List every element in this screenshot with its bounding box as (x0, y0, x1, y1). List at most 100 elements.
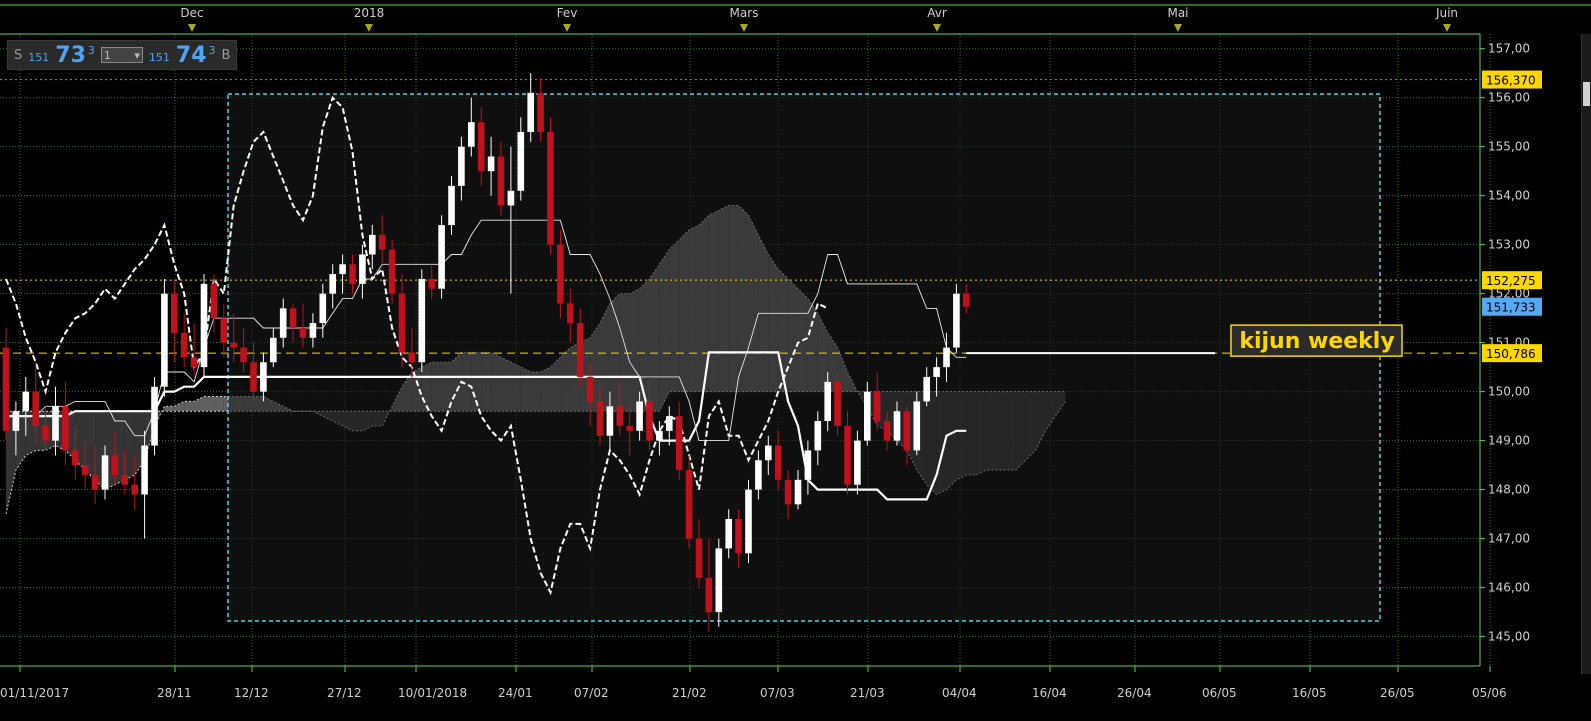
candle-body (270, 337, 277, 363)
candle-body (735, 519, 742, 554)
highlight-box (227, 93, 1381, 622)
candle-body (903, 411, 911, 451)
candle-body (844, 425, 851, 485)
candle-body (784, 479, 792, 505)
month-label: Juin (1435, 6, 1458, 20)
y-tick-label: 147,00 (1488, 532, 1530, 546)
candle-body (240, 347, 247, 363)
candle-body (190, 357, 198, 368)
y-tick-label: 156,00 (1488, 91, 1530, 105)
candle-body (359, 254, 366, 284)
candle-body (804, 450, 812, 480)
candle-body (319, 293, 327, 324)
candle-body (527, 92, 534, 132)
month-label: Mai (1167, 6, 1188, 20)
month-label: Dec (180, 6, 203, 20)
candle-body (477, 122, 485, 172)
x-tick-label: 16/05 (1292, 686, 1327, 700)
x-tick-label: 21/03 (850, 686, 885, 700)
candle-body (715, 548, 723, 613)
candle-body (428, 278, 435, 289)
x-tick-label: 21/02 (672, 686, 707, 700)
candle-body (180, 332, 188, 358)
cloud-segment (124, 411, 135, 480)
candle-body (329, 274, 336, 294)
buy-price-button[interactable]: 74 (176, 43, 207, 68)
vertical-scrollbar[interactable] (1581, 34, 1591, 674)
candle-body (943, 347, 950, 368)
candle-body (705, 577, 713, 613)
x-tick-label: 04/04 (942, 686, 977, 700)
candle-body (289, 308, 297, 328)
candle-body (220, 318, 228, 343)
candle-body (933, 367, 940, 377)
x-tick-label: 10/01/2018 (398, 686, 467, 700)
candle-body (685, 470, 693, 539)
candle-body (557, 244, 564, 304)
scroll-thumb[interactable] (1583, 82, 1590, 106)
candle-body (111, 455, 119, 475)
x-tick-label: 07/03 (760, 686, 795, 700)
month-label: 2018 (354, 6, 385, 20)
candle-body (626, 425, 633, 431)
annotation-label: kijun weekly (1239, 329, 1394, 354)
candle-body (864, 391, 871, 441)
candle-body (824, 381, 831, 422)
candle-body (398, 293, 406, 353)
cloud-segment (204, 396, 214, 412)
candle-body (438, 225, 445, 289)
candle-body (418, 278, 426, 363)
y-tick-label: 155,00 (1488, 140, 1530, 154)
candle-body (725, 519, 732, 549)
candle-body (765, 445, 772, 461)
sell-pip: 3 (87, 43, 95, 57)
y-tick-label: 154,00 (1488, 189, 1530, 203)
candle-body (596, 401, 604, 436)
candle-body (586, 376, 594, 402)
buy-pip: 3 (208, 43, 216, 57)
candle-body (646, 401, 653, 441)
candle-body (923, 376, 930, 402)
candle-body (32, 391, 39, 426)
price-tag-label: 151,733 (1486, 301, 1536, 315)
x-tick-label: 06/05 (1202, 686, 1237, 700)
candle-body (369, 234, 376, 255)
candle-body (279, 308, 287, 338)
cloud-segment (184, 401, 195, 412)
candle-body (72, 450, 79, 466)
candle-body (745, 489, 752, 554)
x-tick-label: 05/06 (1472, 686, 1507, 700)
x-tick-label: 07/02 (574, 686, 609, 700)
month-label: Mars (730, 6, 759, 20)
candle-body (755, 460, 762, 490)
y-tick-label: 150,00 (1488, 385, 1530, 399)
ichimoku-chart: 157,00156,00155,00154,00153,00152,00151,… (0, 0, 1591, 721)
candle-body (448, 185, 455, 226)
quantity-dropdown-icon[interactable]: ▾ (134, 49, 140, 62)
y-tick-label: 145,00 (1488, 630, 1530, 644)
candle-body (666, 416, 673, 431)
x-tick-label: 12/12 (234, 686, 269, 700)
candle-body (230, 342, 237, 348)
candle-body (507, 190, 515, 206)
cloud-segment (164, 406, 175, 412)
candle-body (151, 386, 158, 446)
candle-body (547, 131, 554, 245)
candle-body (468, 122, 475, 147)
x-tick-label: 28/11 (157, 686, 192, 700)
x-tick-label: 01/11/2017 (0, 686, 69, 700)
sell-price-button[interactable]: 73 (55, 43, 86, 68)
quantity-input[interactable]: 1 ▾ (100, 47, 143, 63)
candle-body (883, 421, 891, 441)
y-tick-label: 146,00 (1488, 581, 1530, 595)
candle-body (616, 406, 624, 426)
y-tick-label: 149,00 (1488, 434, 1530, 448)
candle-body (774, 445, 782, 480)
quote-panel: S 151 73 3 1 ▾ 151 74 3 B (7, 40, 238, 70)
y-tick-label: 157,00 (1488, 42, 1530, 56)
candle-body (834, 381, 841, 426)
x-tick-label: 16/04 (1032, 686, 1067, 700)
price-tag-label: 150,786 (1486, 347, 1536, 361)
candle-body (62, 406, 69, 451)
candle-body (408, 352, 416, 363)
